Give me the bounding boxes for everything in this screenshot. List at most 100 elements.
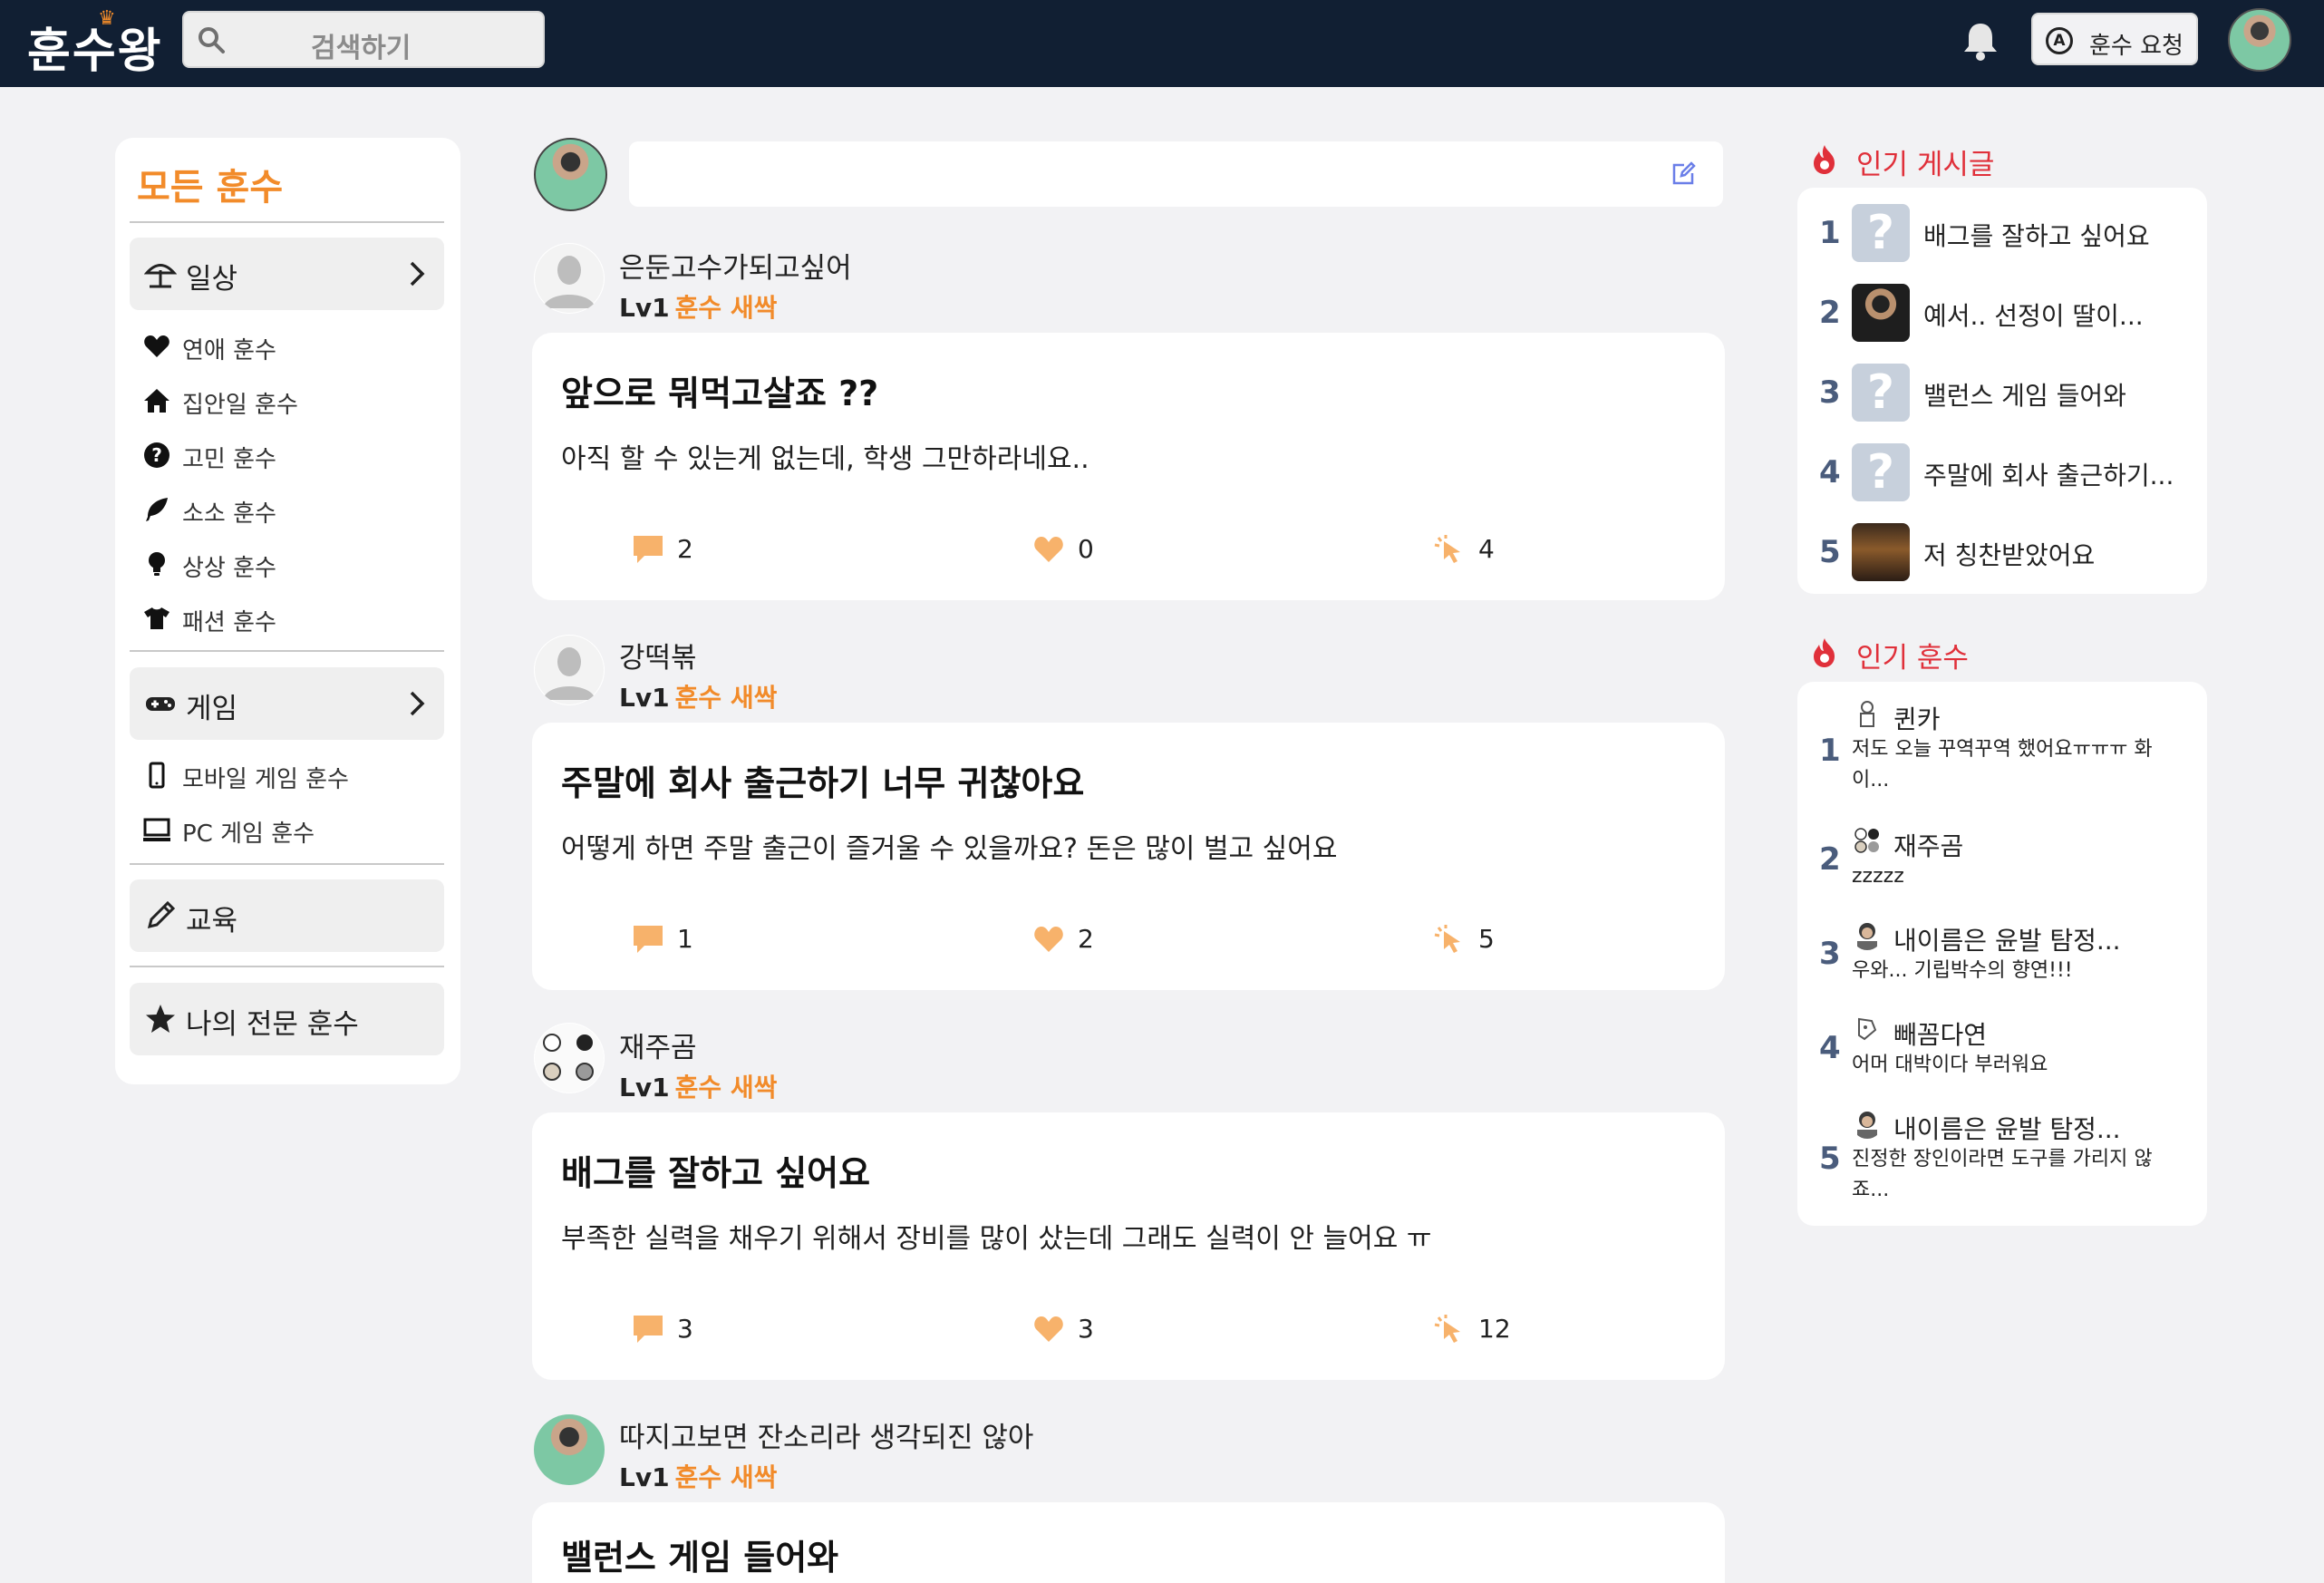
post-title[interactable]: 주말에 회사 출근하기 너무 귀찮아요 bbox=[561, 755, 1084, 805]
sidebar-category-game[interactable]: 게임 bbox=[130, 667, 444, 740]
heading-label: 인기 게시글 bbox=[1856, 149, 1995, 181]
user-avatar-icon bbox=[1852, 919, 1883, 950]
notification-bell-icon[interactable] bbox=[1961, 20, 2000, 62]
rank-number: 3 bbox=[1819, 936, 1841, 972]
placeholder-thumbnail: ? bbox=[1852, 364, 1910, 422]
user-avatar-icon bbox=[1852, 698, 1883, 729]
rank-number: 1 bbox=[1819, 215, 1841, 251]
rank-label: 훈수 새싹 bbox=[674, 683, 778, 713]
cursor-click-icon bbox=[1434, 925, 1460, 953]
post-title[interactable]: 배그를 잘하고 싶어요 bbox=[561, 1145, 870, 1195]
popular-post-title: 밸런스 게임 들어와 bbox=[1923, 381, 2126, 411]
site-logo[interactable]: 훈수왕 ♛ bbox=[27, 7, 163, 81]
comment-count-value: 3 bbox=[677, 1314, 693, 1344]
level-label: Lv1 bbox=[619, 683, 670, 713]
post-author-level: Lv1 훈수 새싹 bbox=[619, 1458, 777, 1494]
sidebar-item-label: 집안일 훈수 bbox=[182, 392, 298, 419]
post-card[interactable]: 밸런스 게임 들어와 bbox=[532, 1502, 1725, 1583]
crown-icon: ♛ bbox=[98, 7, 118, 30]
comment-icon bbox=[634, 1316, 663, 1343]
search-bar[interactable]: 검색하기 bbox=[182, 11, 545, 68]
heart-icon bbox=[1034, 537, 1063, 562]
hunsu-request-button[interactable]: A 훈수 요청 bbox=[2031, 13, 2198, 65]
post-author-name[interactable]: 재주곰 bbox=[619, 1025, 697, 1065]
edit-icon[interactable] bbox=[1670, 161, 1696, 187]
mobile-icon bbox=[149, 762, 165, 789]
level-label: Lv1 bbox=[619, 293, 670, 323]
commenter-name: 퀸카 bbox=[1893, 704, 1941, 734]
rank-number: 2 bbox=[1819, 295, 1841, 331]
rank-number: 1 bbox=[1819, 733, 1841, 769]
sidebar-item-label: 연애 훈수 bbox=[182, 337, 276, 364]
rank-number: 2 bbox=[1819, 841, 1841, 878]
popular-post-title: 배그를 잘하고 싶어요 bbox=[1923, 221, 2150, 251]
top-navigation-bar: 훈수왕 ♛ 검색하기 A 훈수 요청 bbox=[0, 0, 2324, 87]
post-card[interactable]: 앞으로 뭐먹고살죠 ?? 아직 할 수 있는게 없는데, 학생 그만하라네요..… bbox=[532, 333, 1725, 600]
post-title[interactable]: 밸런스 게임 들어와 bbox=[561, 1530, 838, 1579]
post-author-name[interactable]: 은둔고수가되고싶어 bbox=[619, 245, 852, 286]
chevron-right-icon bbox=[410, 261, 425, 286]
author-avatar[interactable] bbox=[534, 243, 605, 314]
post-author-level: Lv1 훈수 새싹 bbox=[619, 288, 777, 325]
commenter-name: 빼꼼다연 bbox=[1893, 1020, 1988, 1050]
bear-avatar-icon bbox=[1852, 825, 1883, 856]
fire-icon bbox=[1814, 145, 1835, 174]
post-author-name[interactable]: 강떡볶 bbox=[619, 635, 697, 675]
like-count-value: 2 bbox=[1078, 924, 1094, 954]
post-thumbnail bbox=[1852, 523, 1910, 581]
desktop-icon bbox=[143, 818, 170, 841]
current-user-avatar[interactable] bbox=[534, 138, 607, 211]
bear-avatar-icon bbox=[535, 1024, 604, 1093]
author-avatar[interactable] bbox=[534, 1023, 605, 1093]
logo-text: 훈수왕 bbox=[27, 24, 163, 79]
post-author-level: Lv1 훈수 새싹 bbox=[619, 678, 777, 714]
popular-post-title: 예서.. 선정이 딸이... bbox=[1923, 301, 2144, 331]
author-avatar[interactable] bbox=[534, 1414, 605, 1485]
comment-text: 저도 오늘 꾸역꾸역 했어요ㅠㅠㅠ 화이... bbox=[1852, 738, 2153, 792]
divider bbox=[130, 966, 444, 967]
category-label: 교육 bbox=[186, 905, 238, 937]
post-body: 아직 할 수 있는게 없는데, 학생 그만하라네요.. bbox=[561, 443, 1089, 475]
category-label: 나의 전문 훈수 bbox=[186, 1008, 359, 1041]
post-card[interactable]: 주말에 회사 출근하기 너무 귀찮아요 어떻게 하면 주말 출근이 즐거울 수 … bbox=[532, 723, 1725, 990]
popular-post-title: 저 칭찬받았어요 bbox=[1923, 540, 2096, 570]
feather-icon bbox=[146, 498, 168, 521]
parasol-icon bbox=[144, 264, 177, 288]
author-avatar[interactable] bbox=[534, 635, 605, 705]
comment-text: zzzzz bbox=[1852, 865, 1904, 888]
commenter-name: 재주곰 bbox=[1893, 831, 1964, 861]
post-card[interactable]: 배그를 잘하고 싶어요 부족한 실력을 채우기 위해서 장비를 많이 샀는데 그… bbox=[532, 1112, 1725, 1380]
search-icon bbox=[199, 27, 225, 53]
sidebar-category-my-expert[interactable]: 나의 전문 훈수 bbox=[130, 983, 444, 1055]
post-body: 어떻게 하면 주말 출근이 즐거울 수 있을까요? 돈은 많이 벌고 싶어요 bbox=[561, 833, 1338, 865]
cursor-click-icon bbox=[1434, 535, 1460, 563]
commenter-name: 내이름은 윤발 탐정... bbox=[1893, 926, 2121, 956]
heart-icon bbox=[144, 335, 169, 357]
click-count-value: 5 bbox=[1478, 924, 1495, 954]
sidebar-category-education[interactable]: 교육 bbox=[130, 879, 444, 952]
user-avatar[interactable] bbox=[2228, 8, 2291, 72]
rank-number: 5 bbox=[1819, 1141, 1841, 1177]
new-post-input[interactable] bbox=[629, 141, 1723, 207]
sidebar-title: 모든 훈수 bbox=[137, 167, 284, 209]
sidebar-category-daily[interactable]: 일상 bbox=[130, 238, 444, 310]
sidebar-item-label: 소소 훈수 bbox=[182, 500, 276, 528]
rank-number: 4 bbox=[1819, 454, 1841, 490]
post-body: 부족한 실력을 채우기 위해서 장비를 많이 샀는데 그래도 실력이 안 늘어요… bbox=[561, 1223, 1432, 1255]
fire-icon bbox=[1814, 638, 1835, 667]
popular-post-title: 주말에 회사 출근하기... bbox=[1923, 461, 2174, 490]
category-sidebar: 모든 훈수 일상 연애 훈수 집안일 훈수 ? 고민 훈수 소소 훈수 상상 훈… bbox=[115, 138, 460, 1084]
post-author-name[interactable]: 따지고보면 잔소리라 생각되진 않아 bbox=[619, 1414, 1033, 1455]
heart-icon bbox=[1034, 1316, 1063, 1342]
star-icon bbox=[146, 1005, 175, 1033]
cursor-click-icon bbox=[1434, 1315, 1460, 1343]
comment-count-value: 1 bbox=[677, 924, 693, 954]
like-count-value: 0 bbox=[1078, 534, 1094, 564]
comment-text: 어머 대박이다 부러워요 bbox=[1852, 1054, 2048, 1076]
click-count-value: 12 bbox=[1478, 1314, 1511, 1344]
post-title[interactable]: 앞으로 뭐먹고살죠 ?? bbox=[561, 365, 878, 415]
divider bbox=[130, 221, 444, 223]
sidebar-item-label: 고민 훈수 bbox=[182, 446, 276, 473]
comment-count-value: 2 bbox=[677, 534, 693, 564]
rank-number: 3 bbox=[1819, 374, 1841, 411]
